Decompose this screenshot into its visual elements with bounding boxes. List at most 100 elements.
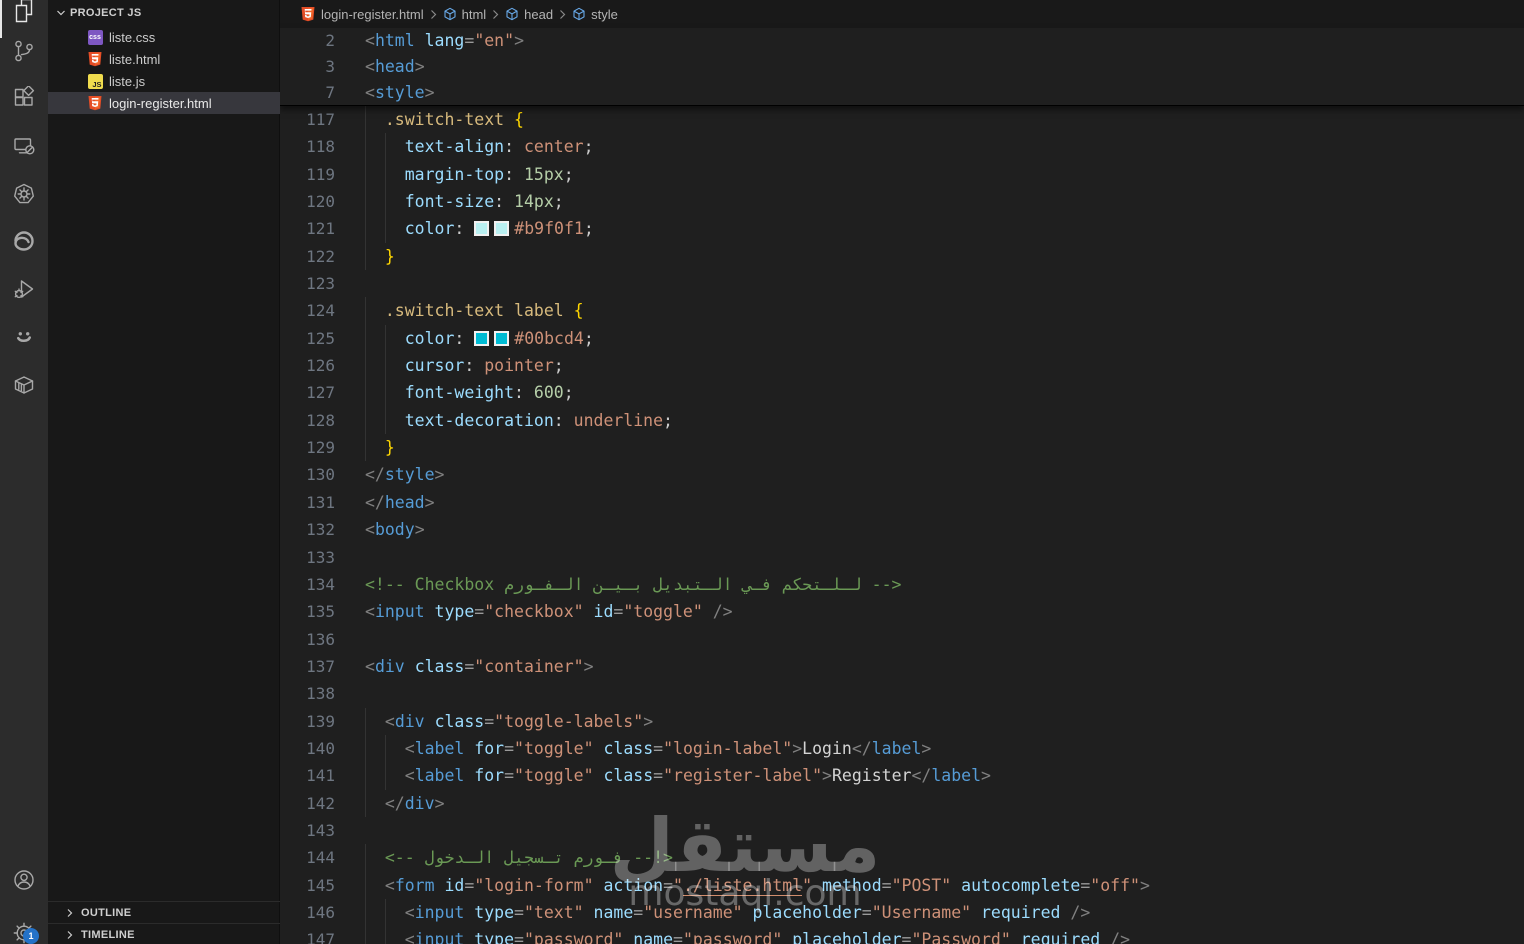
code-line-121: 121 color: #b9f0f1; <box>280 215 1524 243</box>
activity-remote-explorer[interactable] <box>0 126 48 166</box>
file-name: liste.html <box>109 51 161 67</box>
settings-badge: 1 <box>23 928 39 944</box>
color-swatch[interactable] <box>474 221 490 237</box>
code-line-119: 119 margin-top: 15px; <box>280 160 1524 189</box>
activity-account[interactable] <box>0 860 48 900</box>
line-number: 141 <box>306 766 335 786</box>
chevron-right-icon <box>491 9 500 20</box>
file-item-liste.css[interactable]: css liste.css <box>48 26 280 48</box>
line-number: 132 <box>306 520 335 540</box>
breadcrumb: login-register.html html head style <box>280 0 1524 28</box>
code-editor[interactable]: 117 .switch-text {118 text-align: center… <box>280 106 1524 944</box>
code-line-129: 129 } <box>280 434 1524 462</box>
code-line-140: 140 <label for="toggle" class="login-lab… <box>280 734 1524 763</box>
timeline-panel-label: TIMELINE <box>81 928 135 941</box>
code-line-146: 146 <input type="text" name="username" p… <box>280 898 1524 927</box>
code-line-139: 139 <div class="toggle-labels"> <box>280 707 1524 735</box>
line-number: 137 <box>306 656 335 676</box>
line-number: 136 <box>306 629 335 649</box>
sidebar-panel-outline[interactable]: OUTLINE <box>48 901 280 923</box>
activity-explorer[interactable] <box>0 0 48 33</box>
code-line-120: 120 font-size: 14px; <box>280 188 1524 216</box>
line-number: 124 <box>306 301 335 321</box>
code-line-142: 142 </div> <box>280 789 1524 817</box>
line-number: 145 <box>306 875 335 895</box>
code-line-135: 135 <input type="checkbox" id="toggle" /> <box>280 598 1524 625</box>
line-number: 123 <box>306 274 335 294</box>
code-line-128: 128 text-decoration: underline; <box>280 406 1524 435</box>
outline-panel-label: OUTLINE <box>81 906 132 919</box>
file-item-liste.html[interactable]: liste.html <box>48 48 280 70</box>
line-number: 138 <box>306 684 335 704</box>
breadcrumb-item-login-register.html[interactable]: login-register.html <box>300 6 424 22</box>
chevron-right-icon <box>429 9 438 20</box>
activity-smiley-extension[interactable] <box>0 317 48 357</box>
line-number: 147 <box>306 930 335 944</box>
code-line-127: 127 font-weight: 600; <box>280 379 1524 407</box>
html5-icon <box>300 6 316 22</box>
sticky-scroll: 2 <html lang="en"> 3 <head> 7 <style> <box>280 28 1524 106</box>
js-file-icon: JS <box>87 73 103 89</box>
breadcrumb-item-head[interactable]: head <box>505 7 553 22</box>
color-swatch[interactable] <box>494 221 510 237</box>
color-swatch[interactable] <box>474 330 490 346</box>
html5-icon <box>87 51 103 67</box>
line-number: 127 <box>306 383 335 403</box>
activity-source-control[interactable] <box>0 31 48 71</box>
file-item-login-register.html[interactable]: login-register.html <box>48 92 280 114</box>
line-number: 142 <box>306 793 335 813</box>
sticky-line-3: 3 <head> <box>280 54 1524 80</box>
sidebar-panel-timeline[interactable]: TIMELINE <box>48 923 280 944</box>
line-number: 3 <box>325 57 335 76</box>
symbol-cube-icon <box>505 7 519 21</box>
line-number: 128 <box>306 410 335 430</box>
code-line-144: 144 <!-- فـورم تـسجيل الـدخول --> <box>280 844 1524 872</box>
code-line-131: 131 </head> <box>280 489 1524 516</box>
line-number: 117 <box>306 110 335 129</box>
symbol-cube-icon <box>443 7 457 21</box>
symbol-cube-icon <box>572 7 586 21</box>
code-line-124: 124 .switch-text label { <box>280 297 1524 325</box>
line-number: 118 <box>306 137 335 157</box>
line-number: 120 <box>306 192 335 212</box>
activity-kubernetes[interactable] <box>0 174 48 214</box>
line-number: 122 <box>306 246 335 266</box>
code-line-122: 122 } <box>280 242 1524 271</box>
line-number: 144 <box>306 848 335 868</box>
activity-edge-browser[interactable] <box>0 221 48 261</box>
activity-containers[interactable] <box>0 365 48 405</box>
chevron-down-icon <box>56 8 66 18</box>
code-line-126: 126 cursor: pointer; <box>280 352 1524 380</box>
code-line-147: 147 <input type="password" name="passwor… <box>280 926 1524 944</box>
breadcrumb-item-html[interactable]: html <box>443 7 486 22</box>
line-number: 125 <box>306 328 335 348</box>
chevron-right-icon <box>558 9 567 20</box>
code-line-125: 125 color: #00bcd4; <box>280 324 1524 353</box>
file-item-liste.js[interactable]: JS liste.js <box>48 70 280 92</box>
file-name: login-register.html <box>109 95 212 111</box>
file-name: liste.css <box>109 29 156 45</box>
code-line-141: 141 <label for="toggle" class="register-… <box>280 762 1524 790</box>
line-number: 131 <box>306 492 335 512</box>
line-number: 146 <box>306 902 335 922</box>
line-number: 2 <box>325 31 335 50</box>
activity-run-debug[interactable] <box>0 269 48 309</box>
activity-extensions[interactable] <box>0 78 48 118</box>
sticky-line-2: 2 <html lang="en"> <box>280 28 1524 54</box>
line-number: 130 <box>306 465 335 485</box>
code-line-143: 143 <box>280 817 1524 844</box>
css-file-icon: css <box>87 29 103 45</box>
editor-group: login-register.html html head style 2 <html … <box>280 0 1524 944</box>
vscode-window: 1 PROJECT JS css liste.css liste.html JS lis… <box>0 0 1524 944</box>
color-swatch[interactable] <box>494 330 510 346</box>
chevron-right-icon <box>65 908 75 918</box>
explorer-section-header[interactable]: PROJECT JS <box>48 0 280 26</box>
file-name: liste.js <box>109 73 146 89</box>
code-line-137: 137 <div class="container"> <box>280 653 1524 680</box>
line-number: 126 <box>306 356 335 376</box>
breadcrumb-item-style[interactable]: style <box>572 7 618 22</box>
code-line-130: 130 </style> <box>280 461 1524 488</box>
sidebar-explorer: PROJECT JS css liste.css liste.html JS liste… <box>48 0 280 944</box>
chevron-right-icon <box>65 930 75 940</box>
code-line-133: 133 <box>280 544 1524 571</box>
